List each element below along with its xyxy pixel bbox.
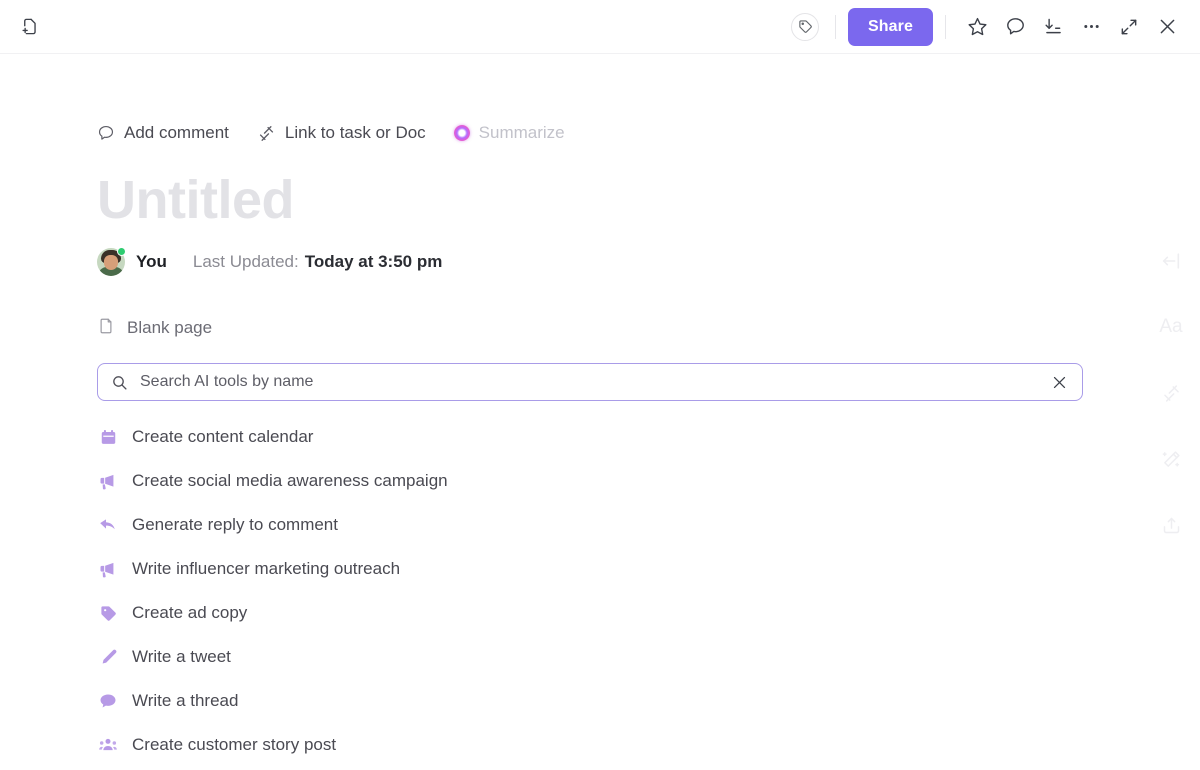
list-item[interactable]: Write a tweet	[97, 635, 1200, 679]
relationship-icon[interactable]	[1154, 376, 1188, 410]
avatar[interactable]	[97, 247, 126, 276]
list-item-label: Write a thread	[132, 691, 239, 710]
tag-icon[interactable]	[791, 12, 820, 41]
list-item-label: Create social media awareness campaign	[132, 471, 448, 490]
reply-arrow-icon	[97, 515, 119, 535]
page-icon	[97, 317, 115, 340]
link-to-task-action[interactable]: Link to task or Doc	[257, 123, 426, 143]
new-page-icon[interactable]	[10, 8, 48, 46]
download-icon[interactable]	[1034, 8, 1072, 46]
tag-icon	[97, 604, 119, 623]
add-comment-action[interactable]: Add comment	[97, 123, 229, 143]
summarize-action[interactable]: Summarize	[453, 123, 565, 143]
comment-bubble-icon[interactable]	[996, 8, 1034, 46]
collapse-panel-icon[interactable]	[1154, 244, 1188, 278]
header-right-group: Share	[791, 7, 1200, 46]
list-item[interactable]: Create customer story post	[97, 723, 1200, 767]
close-icon[interactable]	[1148, 8, 1186, 46]
upload-icon[interactable]	[1154, 508, 1188, 542]
megaphone-icon	[97, 471, 119, 491]
people-group-icon	[97, 735, 119, 755]
ai-tools-search[interactable]	[97, 363, 1083, 401]
clear-search-button[interactable]	[1048, 371, 1070, 393]
top-header-bar: Share	[0, 0, 1200, 54]
list-item-label: Create ad copy	[132, 603, 248, 622]
ai-sparkle-icon	[453, 125, 470, 141]
star-icon[interactable]	[958, 8, 996, 46]
link-icon	[257, 124, 276, 143]
megaphone-icon	[97, 559, 119, 579]
presence-indicator	[117, 247, 126, 256]
pen-icon	[97, 648, 119, 667]
page-title[interactable]: Untitled	[97, 172, 1200, 230]
font-size-label: Aa	[1159, 316, 1183, 337]
author-name: You	[136, 252, 167, 271]
document-body: Add comment Link to task or Doc Summariz…	[0, 54, 1200, 770]
list-item[interactable]: Generate reply to comment	[97, 503, 1200, 547]
last-updated-label: Last Updated:	[192, 252, 299, 271]
list-item[interactable]: Create ad copy	[97, 591, 1200, 635]
document-content: Add comment Link to task or Doc Summariz…	[0, 54, 1200, 767]
list-item[interactable]: Create content calendar	[97, 415, 1200, 459]
right-tool-rail: Aa	[1142, 244, 1200, 542]
list-item[interactable]: Create social media awareness campaign	[97, 459, 1200, 503]
header-divider-1	[835, 14, 837, 39]
search-input[interactable]	[138, 372, 1048, 392]
list-item[interactable]: Write influencer marketing outreach	[97, 547, 1200, 591]
share-button[interactable]: Share	[848, 7, 933, 46]
font-size-icon[interactable]: Aa	[1154, 310, 1188, 344]
doc-window: Share Add comment Link to task or Doc Su…	[0, 0, 1200, 770]
last-updated-value: Today at 3:50 pm	[304, 252, 443, 271]
add-comment-label: Add comment	[124, 123, 229, 142]
header-left-group	[0, 8, 48, 46]
search-icon	[111, 374, 128, 391]
summarize-label: Summarize	[478, 123, 565, 142]
list-item-label: Generate reply to comment	[132, 515, 338, 534]
calendar-icon	[97, 428, 119, 447]
list-item-label: Write influencer marketing outreach	[132, 559, 401, 578]
ellipsis-icon[interactable]	[1072, 8, 1110, 46]
blank-page-label: Blank page	[127, 318, 213, 337]
list-item-label: Write a tweet	[132, 647, 231, 666]
comment-bubble-icon	[97, 124, 115, 142]
header-divider-2	[945, 14, 946, 39]
list-item-label: Create content calendar	[132, 427, 314, 446]
doc-action-strip: Add comment Link to task or Doc Summariz…	[97, 120, 1200, 146]
blank-page-option[interactable]: Blank page	[97, 314, 1200, 342]
list-item[interactable]: Write a thread	[97, 679, 1200, 723]
speech-bubble-icon	[97, 691, 119, 711]
ai-tools-list: Create content calendar Create social me…	[97, 415, 1200, 767]
list-item-label: Create customer story post	[132, 735, 337, 754]
expand-icon[interactable]	[1110, 8, 1148, 46]
magic-wand-icon[interactable]	[1154, 442, 1188, 476]
doc-byline: You Last Updated: Today at 3:50 pm	[97, 246, 1200, 278]
link-to-task-label: Link to task or Doc	[284, 123, 426, 142]
